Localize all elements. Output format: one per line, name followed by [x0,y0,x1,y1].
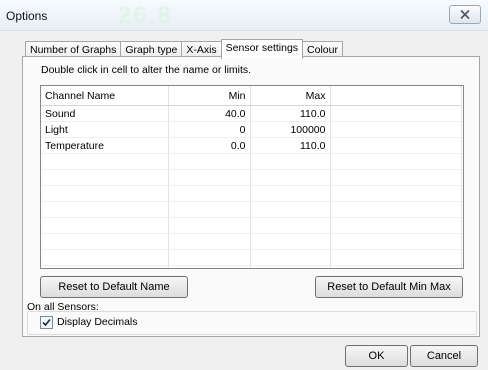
instruction-text: Double click in cell to alter the name o… [41,64,252,76]
display-decimals-checkbox[interactable] [40,316,53,329]
empty-row [41,201,462,218]
title-watermark: 26.8 [118,2,173,29]
column-header-max[interactable]: Max [250,86,331,106]
empty-row [41,265,462,268]
title-bar: Options 26.8 [0,0,488,31]
column-header-min[interactable]: Min [168,86,251,106]
channel-grid[interactable]: Channel Name Min Max Sound 40.0 110.0 Li… [40,85,464,269]
empty-row [41,185,462,202]
max-cell[interactable]: 100000 [250,121,331,138]
min-cell[interactable]: 0 [168,121,251,138]
empty-row [41,169,462,186]
channel-name-cell[interactable]: Temperature [41,137,169,154]
close-icon [460,10,470,19]
empty-cell [330,137,462,154]
table-row[interactable]: Light 0 100000 [41,121,462,138]
empty-row [41,249,462,266]
window-title: Options [6,9,48,23]
tab-sensor-settings[interactable]: Sensor settings [220,39,304,59]
min-cell[interactable]: 0.0 [168,137,251,154]
table-row[interactable]: Temperature 0.0 110.0 [41,137,462,154]
options-dialog: Options 26.8 Number of Graphs Graph type… [0,0,488,370]
empty-cell [330,105,462,122]
max-cell[interactable]: 110.0 [250,105,331,122]
column-header-empty [330,86,462,106]
reset-default-min-max-button[interactable]: Reset to Default Min Max [315,276,463,298]
reset-default-name-button[interactable]: Reset to Default Name [40,276,188,298]
channel-name-cell[interactable]: Light [41,121,169,138]
column-header-channel-name[interactable]: Channel Name [41,86,169,106]
display-decimals-label: Display Decimals [57,316,138,328]
tab-strip: Number of Graphs Graph type X-Axis Senso… [25,39,343,59]
ok-button[interactable]: OK [345,345,408,367]
empty-row [41,233,462,250]
max-cell[interactable]: 110.0 [250,137,331,154]
table-row[interactable]: Sound 40.0 110.0 [41,105,462,122]
close-button[interactable] [449,5,481,24]
empty-row [41,153,462,170]
cancel-button[interactable]: Cancel [410,345,478,367]
grid-header-row: Channel Name Min Max [41,86,462,106]
min-cell[interactable]: 40.0 [168,105,251,122]
channel-name-cell[interactable]: Sound [41,105,169,122]
empty-row [41,217,462,234]
empty-cell [330,121,462,138]
checkmark-icon [42,318,51,327]
